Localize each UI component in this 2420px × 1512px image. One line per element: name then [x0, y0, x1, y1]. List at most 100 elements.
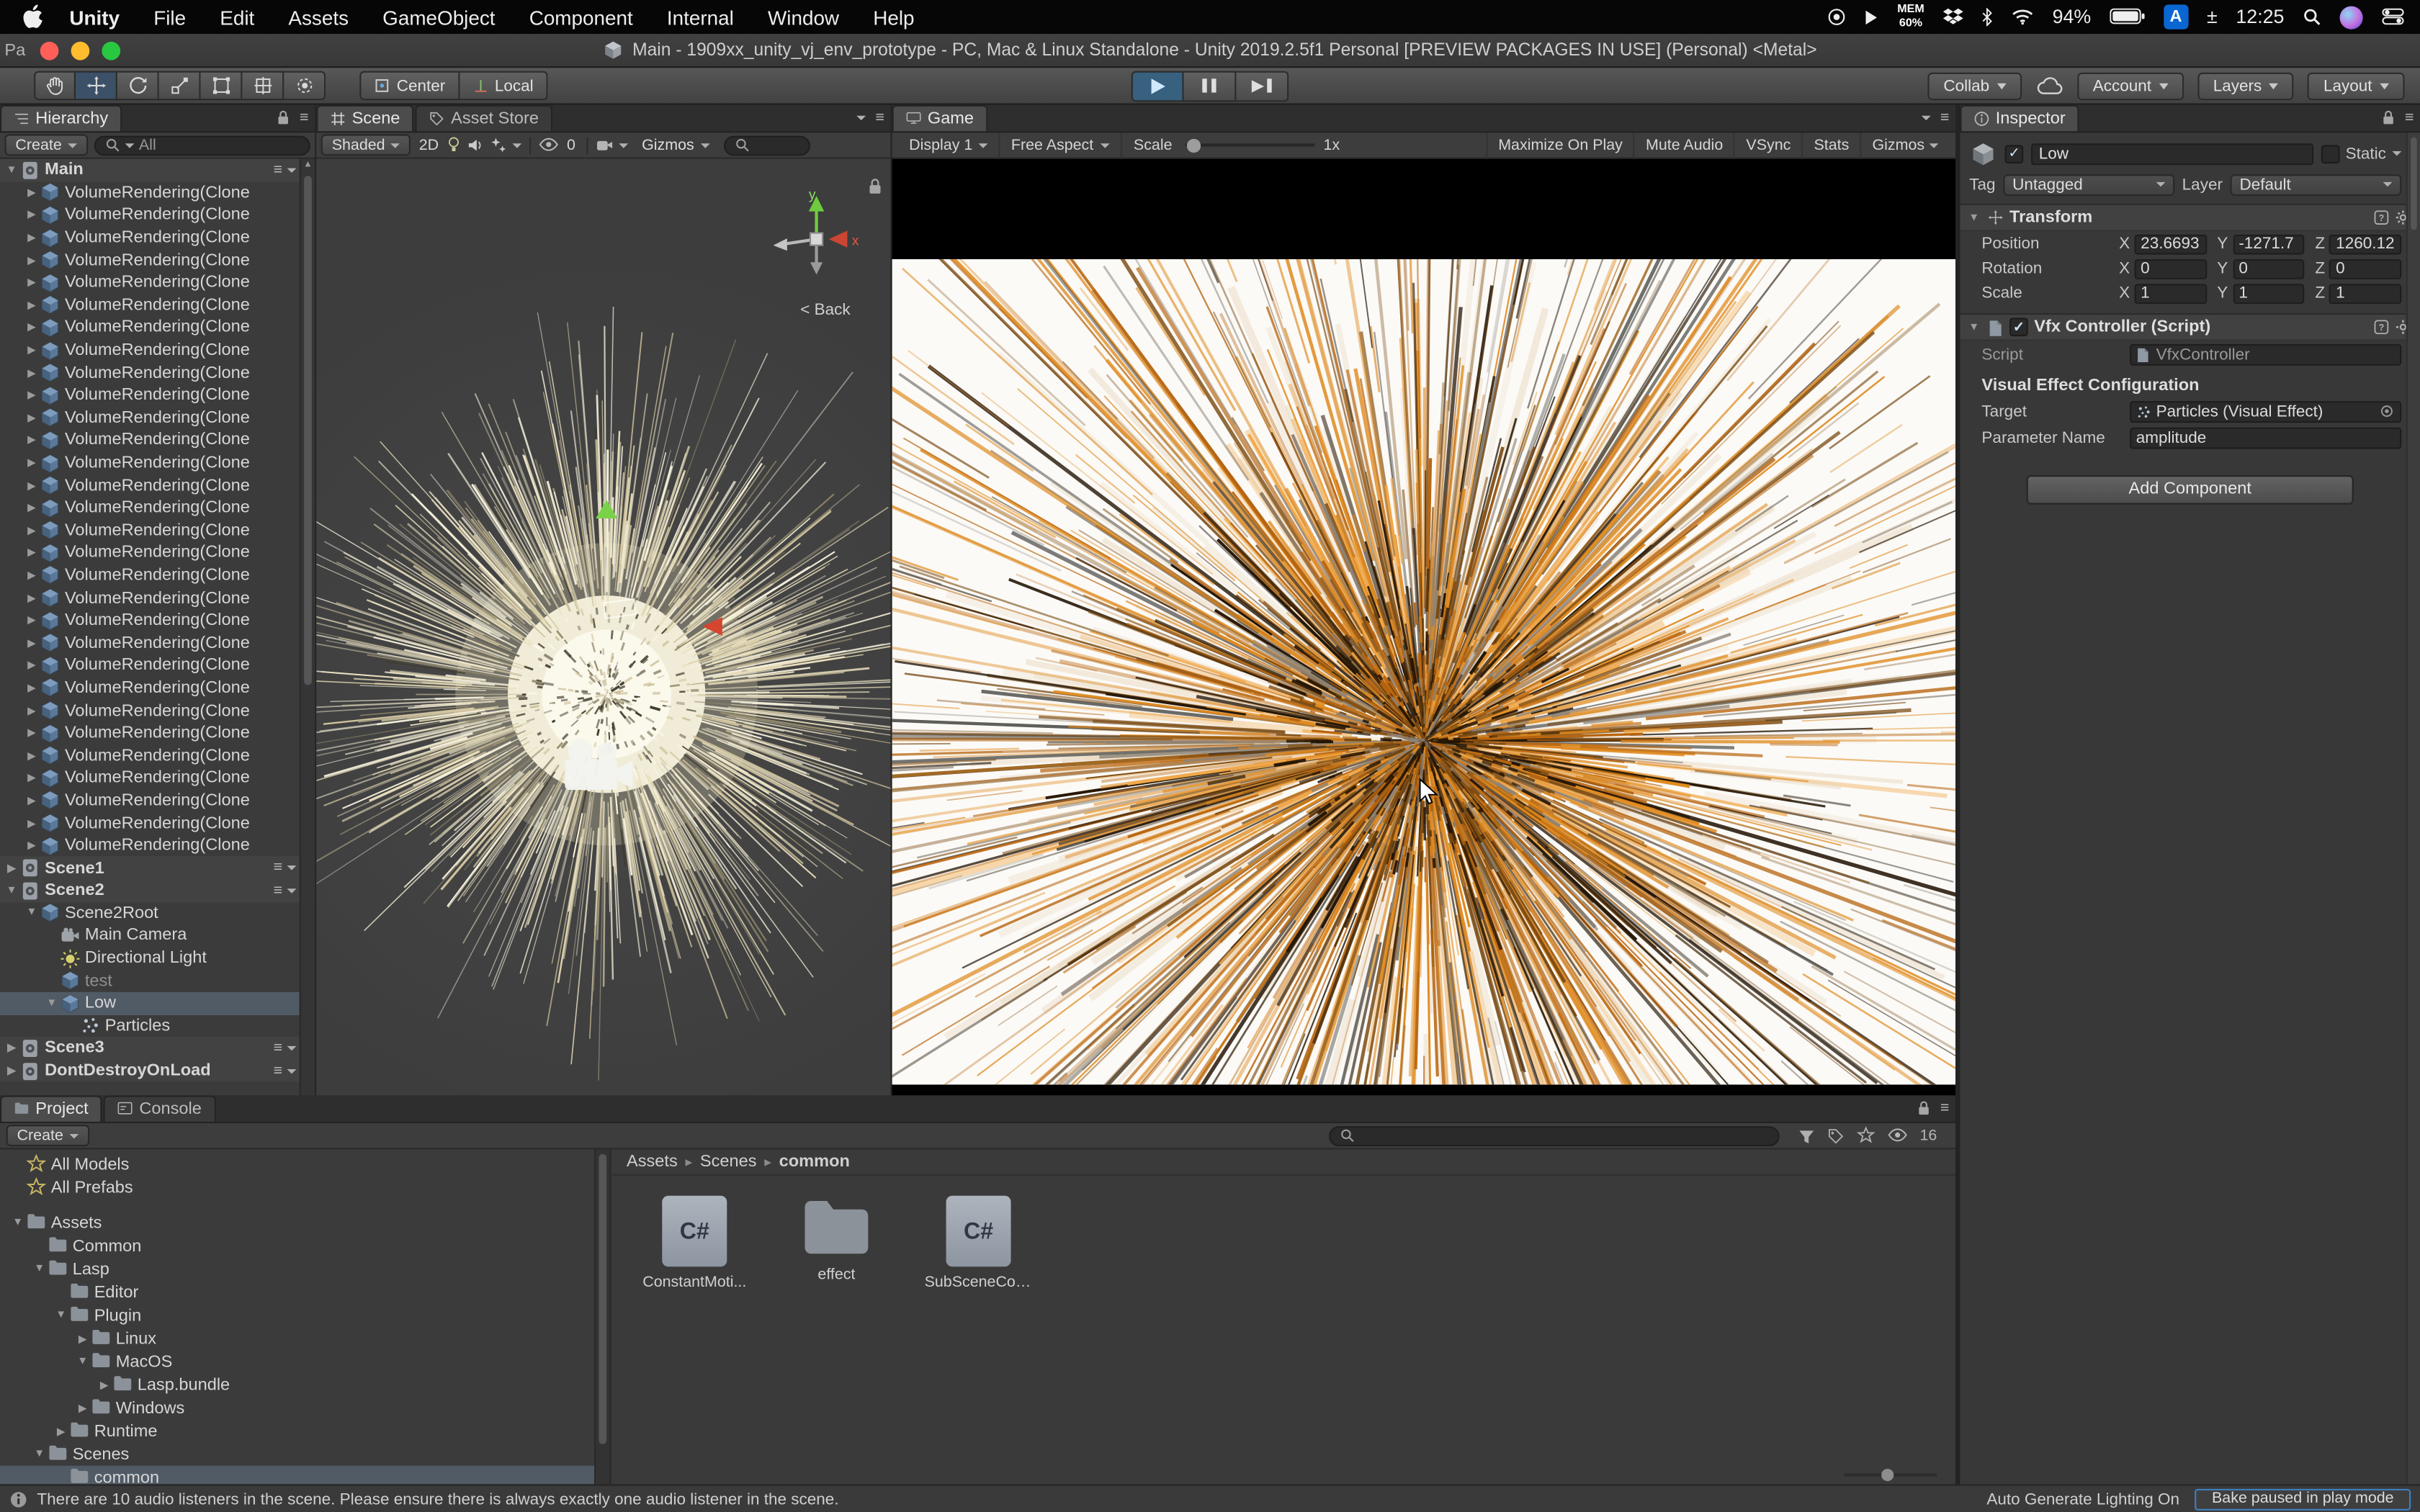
project-folder-item[interactable]: All Models: [0, 1153, 594, 1176]
move-handle-y[interactable]: [596, 500, 617, 518]
bake-status-button[interactable]: Bake paused in play mode: [2195, 1488, 2411, 1510]
info-icon[interactable]: [9, 1490, 28, 1508]
hierarchy-item[interactable]: ▶VolumeRendering(Clone: [0, 789, 300, 811]
disclosure-arrow[interactable]: ▶: [23, 524, 40, 536]
disclosure-arrow[interactable]: ▶: [23, 614, 40, 626]
pivot-local-button[interactable]: Local: [460, 71, 547, 101]
panel-menu-icon[interactable]: ≡: [1940, 1100, 1950, 1117]
disclosure-arrow[interactable]: ▼: [23, 908, 40, 919]
scene-search[interactable]: [723, 135, 810, 156]
pivot-center-button[interactable]: Center: [359, 71, 459, 101]
scale-slider[interactable]: [1185, 143, 1314, 146]
hierarchy-item[interactable]: ▶VolumeRendering(Clone: [0, 249, 300, 271]
disclosure-arrow[interactable]: ▶: [23, 727, 40, 739]
chevron-down-icon[interactable]: [1922, 116, 1931, 120]
tab-hierarchy[interactable]: Hierarchy: [0, 105, 122, 131]
project-folder-item[interactable]: ▶Linux: [0, 1327, 594, 1350]
slider-knob[interactable]: [1186, 138, 1200, 152]
active-checkbox[interactable]: ✓: [2005, 144, 2024, 163]
vsync-button[interactable]: VSync: [1734, 132, 1801, 158]
object-picker-icon[interactable]: [2380, 403, 2395, 418]
help-icon[interactable]: ?: [2374, 210, 2389, 225]
project-folder-item[interactable]: Common: [0, 1234, 594, 1257]
disclosure-arrow[interactable]: ▶: [23, 840, 40, 852]
save-search-icon[interactable]: [1857, 1126, 1876, 1145]
add-component-button[interactable]: Add Component: [2027, 475, 2354, 505]
panel-menu-icon[interactable]: ≡: [1940, 109, 1950, 127]
scale-tool-button[interactable]: [159, 71, 201, 101]
hierarchy-item[interactable]: Directional Light: [0, 947, 300, 969]
create-dropdown[interactable]: Create: [6, 1125, 90, 1146]
tab-inspector[interactable]: Inspector: [1960, 105, 2079, 131]
breadcrumb-item[interactable]: Assets: [627, 1153, 678, 1171]
panel-menu-icon[interactable]: ≡: [300, 109, 309, 127]
disclosure-arrow[interactable]: ▼: [3, 886, 20, 896]
hierarchy-item[interactable]: ▶VolumeRendering(Clone: [0, 361, 300, 384]
scene-menu-icon[interactable]: ≡: [274, 882, 283, 899]
hierarchy-item[interactable]: ▶VolumeRendering(Clone: [0, 609, 300, 631]
lock-icon[interactable]: [2382, 109, 2396, 126]
search-filter-icon[interactable]: [125, 143, 135, 147]
disclosure-arrow[interactable]: ▶: [23, 209, 40, 221]
hierarchy-search[interactable]: All: [94, 135, 310, 156]
hierarchy-item[interactable]: ▶VolumeRendering(Clone: [0, 541, 300, 564]
disclosure-arrow[interactable]: ▶: [3, 1065, 20, 1077]
transform-tool-button[interactable]: [242, 71, 284, 101]
project-folder-item[interactable]: ▶Runtime: [0, 1419, 594, 1442]
chevron-down-icon[interactable]: [513, 143, 522, 147]
disclosure-arrow[interactable]: ▶: [23, 546, 40, 559]
foldout-arrow[interactable]: ▼: [1966, 212, 1981, 223]
spotlight-icon[interactable]: [2303, 8, 2321, 27]
disclosure-arrow[interactable]: ▶: [23, 412, 40, 424]
target-object-field[interactable]: Particles (Visual Effect): [2130, 400, 2401, 422]
scene-viewport[interactable]: y x < Back: [316, 159, 890, 1096]
menu-item-edit[interactable]: Edit: [203, 6, 272, 29]
tag-dropdown[interactable]: Untagged: [2003, 174, 2174, 195]
project-folder-item[interactable]: ▼Lasp: [0, 1257, 594, 1280]
hierarchy-scene-row[interactable]: ▶Scene1≡: [0, 857, 300, 879]
disclosure-arrow[interactable]: ▶: [23, 232, 40, 244]
asset-folder[interactable]: effect: [786, 1196, 887, 1284]
hand-tool-button[interactable]: [34, 71, 76, 101]
disclosure-arrow[interactable]: ▶: [23, 390, 40, 402]
hierarchy-item[interactable]: ▶VolumeRendering(Clone: [0, 677, 300, 699]
hierarchy-scene-row[interactable]: ▼Main≡: [0, 159, 300, 181]
disclosure-arrow[interactable]: ▼: [31, 1449, 48, 1459]
shading-mode-dropdown[interactable]: Shaded: [321, 134, 411, 156]
disclosure-arrow[interactable]: ▶: [23, 704, 40, 716]
2d-toggle[interactable]: 2D: [416, 137, 442, 154]
disclosure-arrow[interactable]: ▶: [23, 682, 40, 694]
number-field[interactable]: 1: [2233, 283, 2305, 303]
rect-tool-button[interactable]: [201, 71, 243, 101]
scene-visibility-icon[interactable]: [539, 138, 559, 152]
effects-dropdown-icon[interactable]: [490, 136, 508, 155]
hierarchy-item[interactable]: ▶VolumeRendering(Clone: [0, 294, 300, 316]
thumbnail-zoom-slider[interactable]: [1845, 1473, 1937, 1476]
hierarchy-item[interactable]: ▶VolumeRendering(Clone: [0, 767, 300, 789]
project-tree-scrollbar[interactable]: [594, 1149, 611, 1484]
number-field[interactable]: 1: [2330, 283, 2402, 303]
apple-menu-icon[interactable]: [22, 4, 43, 30]
search-by-type-icon[interactable]: [1798, 1127, 1815, 1144]
tab-game[interactable]: Game: [892, 105, 988, 131]
wifi-icon[interactable]: [2011, 9, 2034, 26]
static-checkbox[interactable]: [2321, 144, 2339, 163]
scene-menu-icon[interactable]: ≡: [274, 1040, 283, 1057]
disclosure-arrow[interactable]: ▼: [53, 1310, 70, 1320]
aspect-dropdown[interactable]: Free Aspect: [1000, 132, 1121, 158]
disclosure-arrow[interactable]: ▼: [9, 1218, 27, 1228]
move-handle-x[interactable]: [702, 617, 722, 636]
disclosure-arrow[interactable]: ▶: [23, 366, 40, 379]
gizmos-dropdown[interactable]: Gizmos: [632, 134, 719, 156]
disclosure-arrow[interactable]: ▶: [74, 1402, 91, 1414]
disclosure-arrow[interactable]: ▼: [31, 1264, 48, 1274]
script-field[interactable]: VfxController: [2130, 343, 2401, 365]
chevron-down-icon[interactable]: [619, 143, 628, 147]
input-source-badge[interactable]: A: [2164, 4, 2188, 29]
asset-cs[interactable]: C#SubSceneCon...: [928, 1196, 1029, 1292]
chevron-down-icon[interactable]: [857, 116, 866, 120]
auto-generate-lighting-label[interactable]: Auto Generate Lighting On: [1986, 1490, 2179, 1508]
number-field[interactable]: 23.6693: [2135, 234, 2207, 254]
disclosure-arrow[interactable]: ▶: [23, 660, 40, 672]
bluetooth-icon[interactable]: [1981, 7, 1992, 26]
